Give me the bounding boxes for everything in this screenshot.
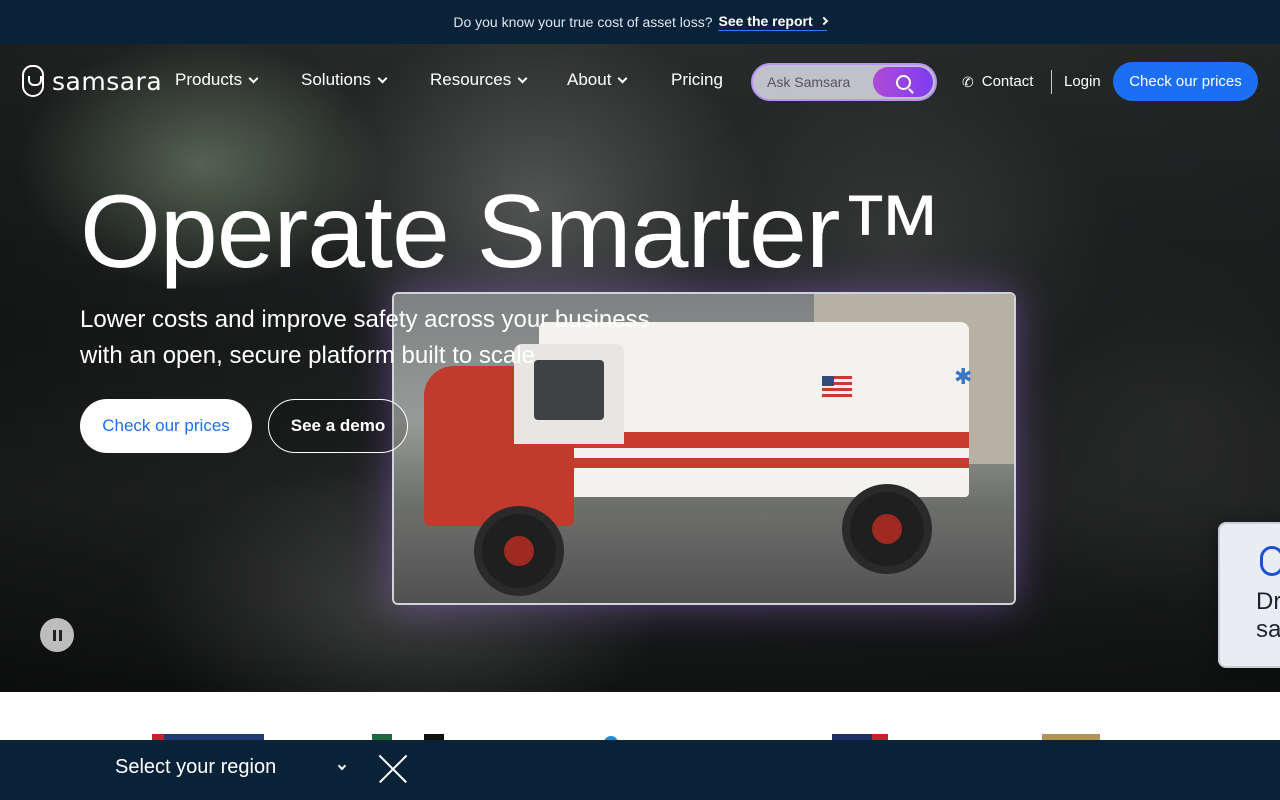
region-select-label: Select your region xyxy=(115,756,277,778)
video-pause-button[interactable] xyxy=(40,618,74,652)
nav-item-pricing[interactable]: Pricing xyxy=(671,70,723,90)
nav-item-label: About xyxy=(567,70,612,89)
nav-check-prices-button[interactable]: Check our prices xyxy=(1113,62,1258,101)
phone-icon: ✆ xyxy=(962,73,974,90)
see-report-label: See the report xyxy=(718,13,813,29)
nav-item-about[interactable]: About xyxy=(567,70,628,90)
ai-search-icon xyxy=(895,74,911,90)
contact-label: Contact xyxy=(981,73,1034,90)
chevron-down-icon xyxy=(377,73,388,83)
chevron-down-icon xyxy=(337,761,347,770)
nav-item-products[interactable]: Products xyxy=(175,70,259,90)
star-of-life-icon: ✱ xyxy=(954,364,973,389)
nav-item-label: Pricing xyxy=(671,70,723,89)
chevron-right-icon xyxy=(819,16,828,26)
chevron-down-icon xyxy=(517,73,528,83)
ambulance-wheel xyxy=(474,506,564,596)
promo-card-text: Dr sa xyxy=(1256,588,1280,643)
main-nav: samsara Products Solutions Resources Abo… xyxy=(0,44,1280,120)
announcement-banner: Do you know your true cost of asset loss… xyxy=(0,0,1280,44)
close-icon[interactable] xyxy=(378,754,408,784)
logo-wordmark: samsara xyxy=(52,66,163,96)
nav-divider xyxy=(1051,70,1052,94)
nav-item-label: Products xyxy=(175,70,243,89)
hero-subtitle: Lower costs and improve safety across yo… xyxy=(80,306,650,369)
samsara-owl-icon xyxy=(22,65,44,97)
hero-title: Operate Smarter™ xyxy=(80,174,944,290)
ask-samsara-search xyxy=(751,63,937,101)
nav-item-label: Resources xyxy=(430,70,512,89)
chevron-down-icon xyxy=(617,73,628,83)
search-input[interactable] xyxy=(767,74,872,90)
see-demo-button[interactable]: See a demo xyxy=(268,399,408,453)
ambulance-stripe xyxy=(539,458,969,468)
contact-link[interactable]: ✆ Contact xyxy=(962,73,1033,90)
search-submit-button[interactable] xyxy=(873,67,933,97)
banner-text: Do you know your true cost of asset loss… xyxy=(453,14,713,30)
region-select[interactable]: Select your region xyxy=(115,756,347,779)
hero-check-prices-button[interactable]: Check our prices xyxy=(80,399,252,453)
see-report-link[interactable]: See the report xyxy=(718,13,828,31)
samsara-logo[interactable]: samsara xyxy=(22,65,162,97)
promo-card-icon xyxy=(1260,546,1280,576)
nav-item-resources[interactable]: Resources xyxy=(430,70,528,90)
side-promo-card[interactable]: Dr sa xyxy=(1218,522,1280,668)
region-selector-bar: Select your region xyxy=(0,740,1280,800)
pause-icon-bar xyxy=(58,629,62,641)
ambulance-wheel xyxy=(842,484,932,574)
login-link[interactable]: Login xyxy=(1064,73,1101,90)
customer-logos-strip xyxy=(0,692,1280,740)
flag-decal xyxy=(822,376,852,398)
chevron-down-icon xyxy=(248,73,259,83)
nav-item-label: Solutions xyxy=(301,70,371,89)
pause-icon xyxy=(52,629,56,641)
nav-item-solutions[interactable]: Solutions xyxy=(301,70,388,90)
